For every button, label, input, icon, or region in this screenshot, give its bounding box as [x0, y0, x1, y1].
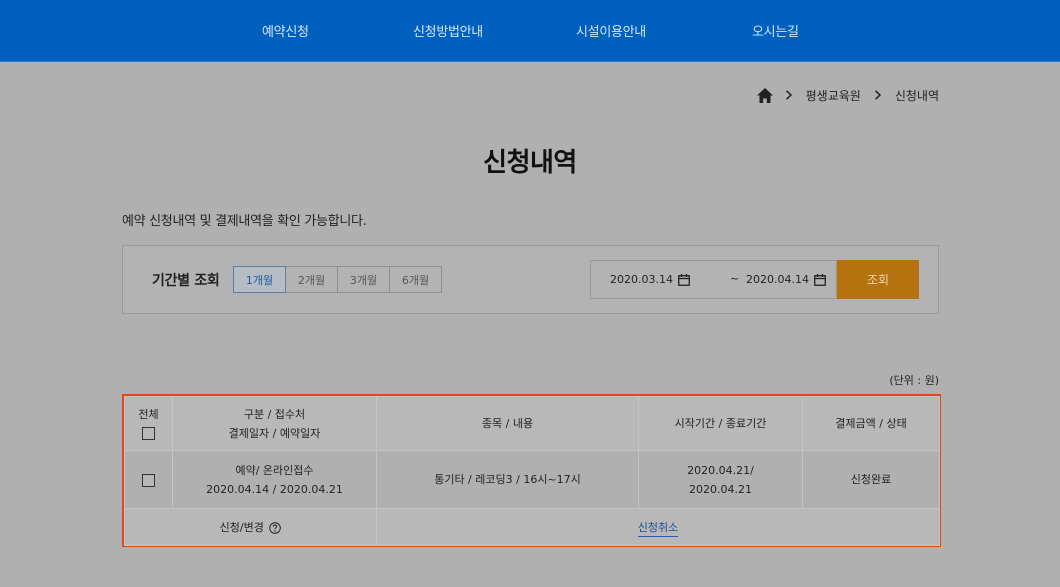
chevron-right-icon: [874, 90, 881, 100]
period-6-month-button[interactable]: 6개월: [389, 266, 442, 293]
period-button-group: 1개월 2개월 3개월 6개월: [233, 266, 442, 293]
start-date-field[interactable]: 2020.03.14: [610, 273, 690, 286]
row-category-line2: 2020.04.14 / 2020.04.21: [206, 482, 343, 496]
cancel-cell: 신청취소: [376, 508, 940, 546]
top-nav: 예약신청 신청방법안내 시설이용안내 오시는길: [0, 0, 1060, 62]
header-select-all: 전체: [124, 396, 173, 451]
row-status-cell: 신청완료: [802, 450, 940, 509]
home-icon[interactable]: [756, 87, 773, 103]
filter-label: 기간별 조회: [152, 273, 220, 289]
date-separator: ~: [730, 272, 740, 285]
breadcrumb-current: 신청내역: [894, 88, 939, 103]
unit-note: (단위 : 원): [889, 374, 939, 387]
help-icon[interactable]: [269, 521, 282, 534]
period-filter: 기간별 조회 1개월 2개월 3개월 6개월 2020.03.14 ~ 2020…: [122, 245, 939, 314]
header-item: 종목 / 내용: [376, 396, 639, 451]
row-period-line2: 2020.04.21: [689, 482, 752, 496]
select-all-label: 전체: [138, 407, 159, 421]
row-checkbox[interactable]: [142, 473, 155, 487]
page-description: 예약 신청내역 및 결제내역을 확인 가능합니다.: [122, 214, 367, 229]
row-category-line1: 예약/ 온라인접수: [235, 463, 314, 477]
breadcrumb: 평생교육원 신청내역: [756, 86, 939, 104]
row-select-cell: [124, 450, 173, 509]
header-category: 구분 / 접수처 결제일자 / 예약일자: [172, 396, 377, 451]
select-all-checkbox[interactable]: [142, 427, 155, 440]
date-range-input: 2020.03.14 ~ 2020.04.14: [590, 260, 837, 299]
row-period-line1: 2020.04.21/: [687, 463, 754, 477]
search-button[interactable]: 조회: [837, 260, 919, 299]
change-cell: 신청/변경: [124, 508, 377, 546]
table-footer-row: 신청/변경 신청취소: [124, 508, 940, 546]
page-title: 신청내역: [483, 148, 577, 178]
chevron-right-icon: [785, 90, 792, 100]
header-category-line1: 구분 / 접수처: [243, 407, 306, 421]
header-category-line2: 결제일자 / 예약일자: [228, 426, 321, 440]
row-category-cell: 예약/ 온라인접수 2020.04.14 / 2020.04.21: [172, 450, 377, 509]
end-date-value: 2020.04.14: [746, 273, 809, 286]
table-header-row: 전체 구분 / 접수처 결제일자 / 예약일자 종목 / 내용 시작기간 / 종…: [124, 396, 940, 451]
calendar-icon[interactable]: [814, 273, 826, 286]
nav-item-reservation[interactable]: 예약신청: [262, 21, 309, 40]
table-row: 예약/ 온라인접수 2020.04.14 / 2020.04.21 통기타 / …: [124, 450, 940, 509]
period-2-month-button[interactable]: 2개월: [285, 266, 338, 293]
period-3-month-button[interactable]: 3개월: [337, 266, 390, 293]
application-table: 전체 구분 / 접수처 결제일자 / 예약일자 종목 / 내용 시작기간 / 종…: [122, 394, 941, 547]
row-period-cell: 2020.04.21/ 2020.04.21: [638, 450, 803, 509]
nav-item-how-to-apply[interactable]: 신청방법안내: [413, 21, 483, 40]
calendar-icon[interactable]: [678, 273, 690, 286]
change-label: 신청/변경: [219, 520, 264, 534]
row-item-cell: 통기타 / 레코딩3 / 16시~17시: [376, 450, 639, 509]
cancel-application-link[interactable]: 신청취소: [637, 520, 679, 537]
end-date-field[interactable]: 2020.04.14: [746, 273, 826, 286]
start-date-value: 2020.03.14: [610, 273, 673, 286]
nav-item-facility-guide[interactable]: 시설이용안내: [576, 21, 646, 40]
breadcrumb-item[interactable]: 평생교육원: [806, 87, 861, 104]
header-payment: 결제금액 / 상태: [802, 396, 940, 451]
nav-item-directions[interactable]: 오시는길: [752, 21, 799, 40]
period-1-month-button[interactable]: 1개월: [233, 266, 286, 293]
header-period: 시작기간 / 종료기간: [638, 396, 803, 451]
